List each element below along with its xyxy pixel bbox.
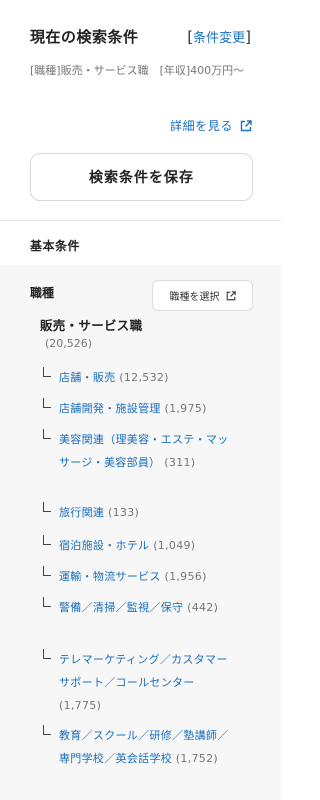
list-item[interactable]: 美容関連（理美容・エステ・マッサージ・美容部員） (311) (43, 428, 233, 474)
list-item[interactable]: 宿泊施設・ホテル (1,049) (43, 534, 233, 557)
item-name[interactable]: 運輸・物流サービス (59, 570, 161, 583)
title-row: 現在の検索条件 [条件変更] (30, 26, 251, 46)
item-count: (1,975) (164, 402, 207, 415)
external-link-icon[interactable] (240, 119, 252, 132)
tree-branch-icon (43, 649, 51, 659)
basic-conditions-label: 基本条件 (30, 239, 81, 253)
item-name[interactable]: 警備／清掃／監視／保守 (59, 601, 183, 614)
list-item[interactable]: 運輸・物流サービス (1,956) (43, 565, 233, 588)
save-search-button[interactable]: 検索条件を保存 (30, 153, 253, 201)
list-item[interactable]: 警備／清掃／監視／保守 (442) (43, 596, 233, 619)
job-type-label: 職種 (30, 286, 55, 300)
page-title: 現在の検索条件 (30, 27, 139, 46)
tree-branch-icon (43, 502, 51, 512)
list-item[interactable]: テレマーケティング／カスタマーサポート／コールセンター (1,775) (43, 648, 233, 717)
tree-branch-icon (43, 566, 51, 576)
bracket-close: ] (245, 27, 251, 46)
change-criteria-label[interactable]: 条件変更 (193, 31, 245, 46)
select-job-type-button[interactable]: 職種を選択 (152, 280, 253, 311)
item-name[interactable]: 店舗開発・施設管理 (59, 402, 161, 415)
item-count: (311) (164, 456, 196, 469)
tree-branch-icon (43, 398, 51, 408)
item-name[interactable]: 店舗・販売 (59, 371, 116, 384)
item-name[interactable]: 宿泊施設・ホテル (59, 539, 149, 552)
basic-conditions-header: 基本条件 (0, 221, 281, 267)
tree-branch-icon (43, 725, 51, 735)
item-count: (12,532) (119, 371, 169, 384)
criteria-summary: [職種]販売・サービス職 [年収]400万円〜 (30, 64, 245, 77)
external-link-icon (226, 290, 236, 300)
tree-branch-icon (43, 429, 51, 439)
list-item[interactable]: 旅行関連 (133) (43, 501, 233, 524)
list-item[interactable]: 教育／スクール／研修／塾講師／専門学校／英会話学校 (1,752) (43, 724, 233, 770)
tree-branch-icon (43, 535, 51, 545)
change-criteria-link[interactable]: [条件変更] (187, 27, 251, 46)
item-count: (133) (108, 506, 140, 519)
list-item[interactable]: 店舗開発・施設管理 (1,975) (43, 397, 233, 420)
item-count: (1,775) (59, 699, 102, 712)
category-count: (20,526) (45, 337, 93, 350)
job-type-panel: 職種 職種を選択 販売・サービス職 (20,526) 店舗・販売 (12,532… (0, 268, 281, 800)
list-item[interactable]: 店舗・販売 (12,532) (43, 366, 233, 389)
item-name[interactable]: テレマーケティング／カスタマーサポート／コールセンター (59, 653, 228, 689)
item-name[interactable]: 美容関連（理美容・エステ・マッサージ・美容部員） (59, 433, 229, 469)
category-title: 販売・サービス職 (40, 318, 143, 333)
select-job-type-label: 職種を選択 (169, 292, 220, 303)
detail-link-row[interactable]: 詳細を見る (170, 117, 252, 134)
item-name[interactable]: 旅行関連 (59, 506, 104, 519)
item-count: (1,752) (175, 752, 218, 765)
item-count: (442) (187, 601, 219, 614)
item-count: (1,956) (164, 570, 207, 583)
current-criteria-panel: 現在の検索条件 [条件変更] [職種]販売・サービス職 [年収]400万円〜 詳… (0, 0, 281, 221)
detail-link[interactable]: 詳細を見る (170, 117, 233, 134)
item-count: (1,049) (153, 539, 196, 552)
tree-branch-icon (43, 597, 51, 607)
tree-branch-icon (43, 367, 51, 377)
